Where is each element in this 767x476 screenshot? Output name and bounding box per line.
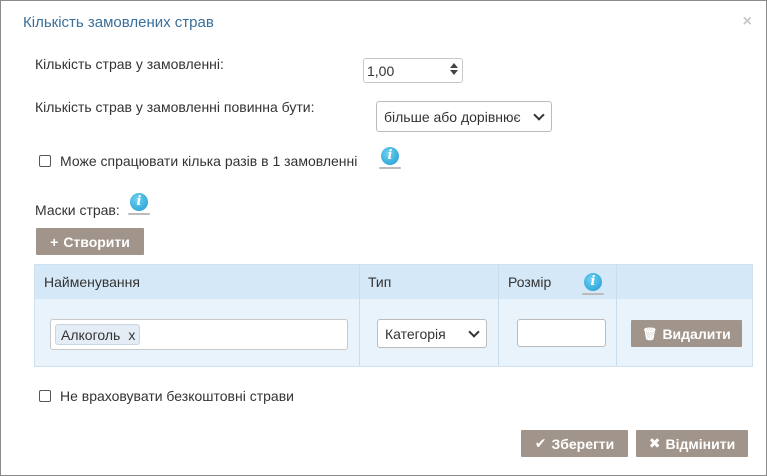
dialog: Кількість замовлених страв × Кількість с… (0, 0, 767, 476)
type-select[interactable]: Категорія (377, 319, 487, 348)
condition-label: Кількість страв у замовленні повинна бут… (35, 99, 315, 115)
masks-info-icon[interactable]: i (128, 193, 150, 215)
size-input[interactable] (517, 319, 606, 347)
masks-table: Найменування Тип Розмір i Алкоголь x Кате… (34, 264, 753, 367)
close-icon[interactable]: × (743, 14, 752, 30)
check-icon: ✔ (534, 435, 547, 451)
save-button-label: Зберегти (551, 435, 615, 452)
condition-select[interactable]: більше або дорівнює (376, 101, 552, 132)
condition-value: більше або дорівнює (384, 109, 521, 125)
qty-value: 1,00 (367, 63, 395, 79)
multi-label: Може спрацювати кілька разів в 1 замовле… (60, 153, 358, 169)
chevron-down-icon (468, 326, 480, 338)
exclude-free-checkbox[interactable] (39, 390, 51, 402)
qty-input[interactable]: 1,00 (363, 58, 463, 83)
table-row: Алкоголь x Категорія 🗑 Видалити (35, 299, 752, 366)
table-header: Найменування Тип Розмір i (35, 265, 752, 299)
header-type: Тип (368, 274, 392, 290)
delete-button[interactable]: 🗑 Видалити (631, 320, 742, 347)
header-size: Розмір (508, 274, 552, 290)
mask-tag-input[interactable]: Алкоголь x (50, 319, 348, 350)
mask-tag-label: Алкоголь (61, 327, 121, 343)
save-button[interactable]: ✔ Зберегти (521, 430, 628, 457)
tag-remove-icon[interactable]: x (128, 327, 135, 343)
type-value: Категорія (385, 326, 446, 342)
spinner-up-icon[interactable] (450, 63, 458, 68)
multi-checkbox[interactable] (39, 155, 51, 167)
qty-label: Кількість страв у замовленні: (35, 56, 224, 72)
chevron-down-icon (533, 109, 545, 121)
plus-icon: + (50, 233, 59, 250)
dialog-title: Кількість замовлених страв (23, 14, 214, 31)
cancel-button[interactable]: ✖ Відмінити (636, 430, 748, 457)
header-name: Найменування (44, 274, 140, 290)
mask-tag: Алкоголь x (55, 324, 141, 345)
size-info-icon[interactable]: i (582, 273, 604, 295)
spinner-down-icon[interactable] (450, 70, 458, 75)
qty-spinner[interactable] (449, 61, 459, 81)
column-divider (498, 265, 499, 366)
column-divider (359, 265, 360, 366)
masks-label: Маски страв: (35, 202, 120, 218)
delete-button-label: Видалити (662, 325, 731, 342)
cross-icon: ✖ (648, 435, 661, 451)
create-button[interactable]: + Створити (36, 228, 144, 255)
trash-icon: 🗑 (642, 326, 658, 341)
info-icon[interactable]: i (379, 147, 401, 169)
cancel-button-label: Відмінити (665, 435, 736, 452)
exclude-free-label: Не враховувати безкоштовні страви (60, 388, 294, 404)
create-button-label: Створити (63, 233, 130, 250)
column-divider (616, 265, 617, 366)
